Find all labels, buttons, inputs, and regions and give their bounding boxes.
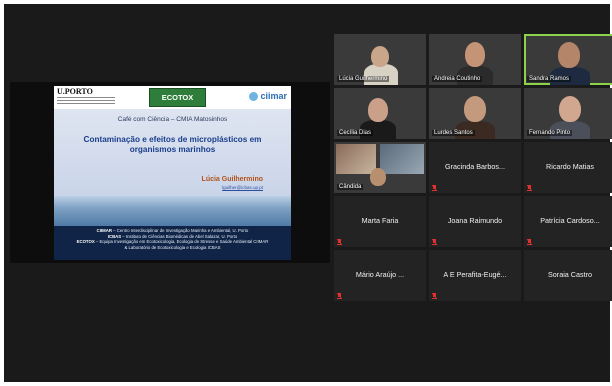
footer-line: & Laboratório de Ecotoxicologia e Ecolog… [124, 244, 221, 250]
participant-tile[interactable]: Joana Raimundo [429, 196, 521, 247]
uporto-logo-subtitle [57, 97, 115, 105]
participant-face [371, 46, 389, 67]
muted-mic-icon [432, 293, 437, 299]
video-tile[interactable]: Lúcia Guilhermino [334, 34, 426, 85]
logo-bar: U.PORTO ECOTOX ciimar [54, 86, 291, 109]
speaker-name: Lúcia Guilhermino [201, 176, 263, 183]
muted-mic-icon [337, 293, 342, 299]
participant-name: Cecília Dias [337, 130, 374, 136]
video-tile[interactable]: Cecília Dias [334, 88, 426, 139]
slide-footer: CIIMAR – Centro Interdisciplinar de Inve… [54, 226, 291, 260]
shared-screen[interactable]: U.PORTO ECOTOX ciimar Café com Ciência –… [10, 82, 330, 263]
ciimar-emblem-icon [249, 92, 259, 102]
video-tile[interactable]: Andreia Coutinho [429, 34, 521, 85]
muted-mic-icon [527, 185, 532, 191]
sea-photo [54, 196, 291, 226]
muted-mic-icon [337, 239, 342, 245]
video-tile[interactable]: Cândida [334, 142, 426, 193]
muted-mic-icon [432, 239, 437, 245]
participant-name: Lúcia Guilhermino [337, 76, 390, 82]
muted-mic-icon [432, 185, 437, 191]
background-artwork [380, 144, 424, 174]
participant-tile[interactable]: Soraia Castro [524, 250, 612, 301]
participant-name: Joana Raimundo [447, 216, 503, 225]
participant-name: Fernando Pinto [527, 130, 573, 136]
participant-name: Cândida [337, 184, 364, 190]
meeting-window: U.PORTO ECOTOX ciimar Café com Ciência –… [4, 4, 612, 382]
participant-tile[interactable]: Gracinda Barbos... [429, 142, 521, 193]
participant-face [368, 98, 388, 122]
uporto-logo: U.PORTO [57, 87, 93, 96]
participant-face [558, 42, 580, 68]
participant-name: Ricardo Matias [546, 162, 594, 171]
participant-name: Sandra Ramos [527, 76, 572, 82]
participant-face [559, 96, 581, 122]
participant-name: Soraia Castro [548, 270, 592, 279]
muted-mic-icon [527, 239, 532, 245]
video-tile-active-speaker[interactable]: Sandra Ramos [524, 34, 612, 85]
participant-face [370, 168, 386, 186]
slide-title: Contaminação e efeitos de microplásticos… [83, 135, 262, 154]
ecotox-logo: ECOTOX [149, 88, 206, 107]
video-tile[interactable]: Lurdes Santos [429, 88, 521, 139]
participant-tile[interactable]: A E Perafita-Eugé... [429, 250, 521, 301]
ciimar-logo: ciimar [249, 91, 287, 102]
participant-face [465, 42, 485, 67]
session-line: Café com Ciência – CMIA Matosinhos [117, 116, 228, 123]
participant-name: Andreia Coutinho [432, 76, 483, 82]
participant-tile[interactable]: Marta Faria [334, 196, 426, 247]
participant-name: Gracinda Barbos... [445, 162, 505, 171]
participant-name: Marta Faria [361, 216, 399, 225]
participant-tile[interactable]: Mário Araújo ... [334, 250, 426, 301]
participant-name: Lurdes Santos [432, 130, 475, 136]
participant-name: A E Perafita-Eugé... [443, 270, 507, 279]
participant-tile[interactable]: Patrícia Cardoso... [524, 196, 612, 247]
speaker-email: lguilher@icbas.up.pt [222, 185, 263, 190]
participant-name: Patrícia Cardoso... [540, 216, 600, 225]
participant-face [464, 96, 486, 122]
participant-name: Mário Araújo ... [355, 270, 405, 279]
presentation-slide: U.PORTO ECOTOX ciimar Café com Ciência –… [54, 86, 291, 260]
participant-tile[interactable]: Ricardo Matias [524, 142, 612, 193]
background-artwork [336, 144, 376, 174]
ciimar-logo-text: ciimar [260, 91, 287, 101]
video-tile[interactable]: Fernando Pinto [524, 88, 612, 139]
